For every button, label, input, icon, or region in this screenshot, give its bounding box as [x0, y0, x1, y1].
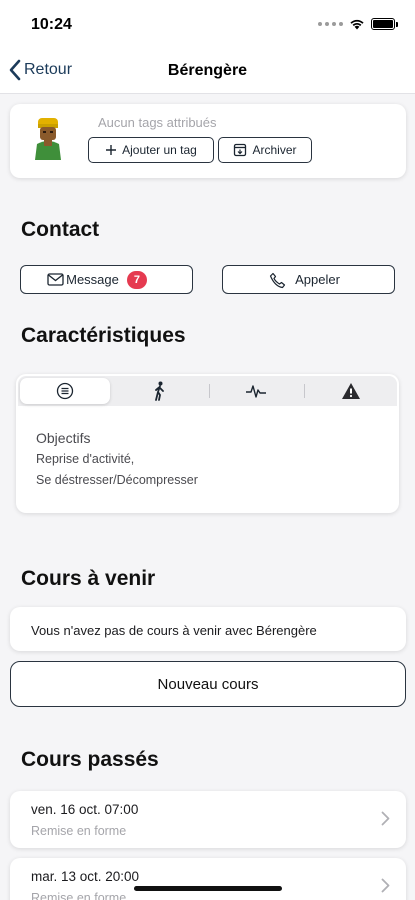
message-label: Message [66, 272, 119, 287]
characteristics-tabs [18, 376, 397, 406]
status-time: 10:24 [31, 16, 72, 33]
archive-icon [234, 143, 247, 157]
profile-card: Aucun tags attribués Ajouter un tag Arch… [10, 104, 406, 178]
message-button[interactable]: Message 7 [20, 265, 193, 294]
chevron-right-icon [381, 878, 390, 893]
past-course-row[interactable]: mar. 13 oct. 20:00 Remise en forme [10, 858, 406, 900]
upcoming-empty-text: Vous n'avez pas de cours à venir avec Bé… [31, 623, 317, 638]
characteristics-heading: Caractéristiques [21, 324, 186, 347]
call-label: Appeler [295, 272, 340, 287]
call-button[interactable]: Appeler [222, 265, 395, 294]
upcoming-courses-heading: Cours à venir [21, 567, 156, 590]
tab-warnings[interactable] [304, 376, 398, 406]
upcoming-empty-card: Vous n'avez pas de cours à venir avec Bé… [10, 607, 406, 651]
navigation-bar: Retour Bérengère [0, 50, 415, 94]
chevron-right-icon [381, 811, 390, 826]
objectives-label: Objectifs [36, 430, 91, 446]
unread-badge: 7 [126, 270, 147, 289]
heartbeat-icon [246, 385, 266, 398]
contact-heading: Contact [21, 218, 100, 241]
signal-icon [318, 22, 343, 26]
status-icons [318, 18, 398, 30]
course-date: ven. 16 oct. 07:00 [31, 802, 139, 817]
characteristics-card: Objectifs Reprise d'activité, Se déstres… [16, 374, 399, 513]
course-type: Remise en forme [31, 824, 127, 838]
status-bar: 10:24 [0, 0, 415, 50]
archive-button[interactable]: Archiver [218, 137, 312, 163]
past-course-row[interactable]: ven. 16 oct. 07:00 Remise en forme [10, 791, 406, 848]
objective-item: Se déstresser/Décompresser [36, 473, 198, 487]
wifi-icon [350, 19, 364, 30]
new-course-button[interactable]: Nouveau cours [10, 661, 406, 707]
envelope-icon [47, 273, 64, 286]
course-date: mar. 13 oct. 20:00 [31, 869, 140, 884]
avatar [35, 118, 61, 160]
add-tag-label: Ajouter un tag [122, 143, 197, 157]
home-indicator [134, 886, 282, 891]
tab-activity[interactable] [113, 376, 207, 406]
no-tags-text: Aucun tags attribués [98, 115, 217, 130]
add-tag-button[interactable]: Ajouter un tag [88, 137, 214, 163]
past-courses-heading: Cours passés [21, 748, 159, 771]
walking-icon [155, 381, 164, 401]
page-title: Bérengère [167, 62, 248, 79]
battery-icon [371, 18, 398, 30]
list-circle-icon [56, 382, 74, 400]
course-type: Remise en forme [31, 891, 127, 900]
phone-icon [269, 272, 286, 289]
new-course-label: Nouveau cours [157, 675, 259, 693]
plus-icon [106, 145, 117, 155]
objective-item: Reprise d'activité, [36, 452, 135, 466]
tab-objectives[interactable] [20, 378, 110, 404]
archive-label: Archiver [252, 143, 297, 157]
warning-icon [342, 383, 360, 399]
tab-health[interactable] [209, 376, 303, 406]
